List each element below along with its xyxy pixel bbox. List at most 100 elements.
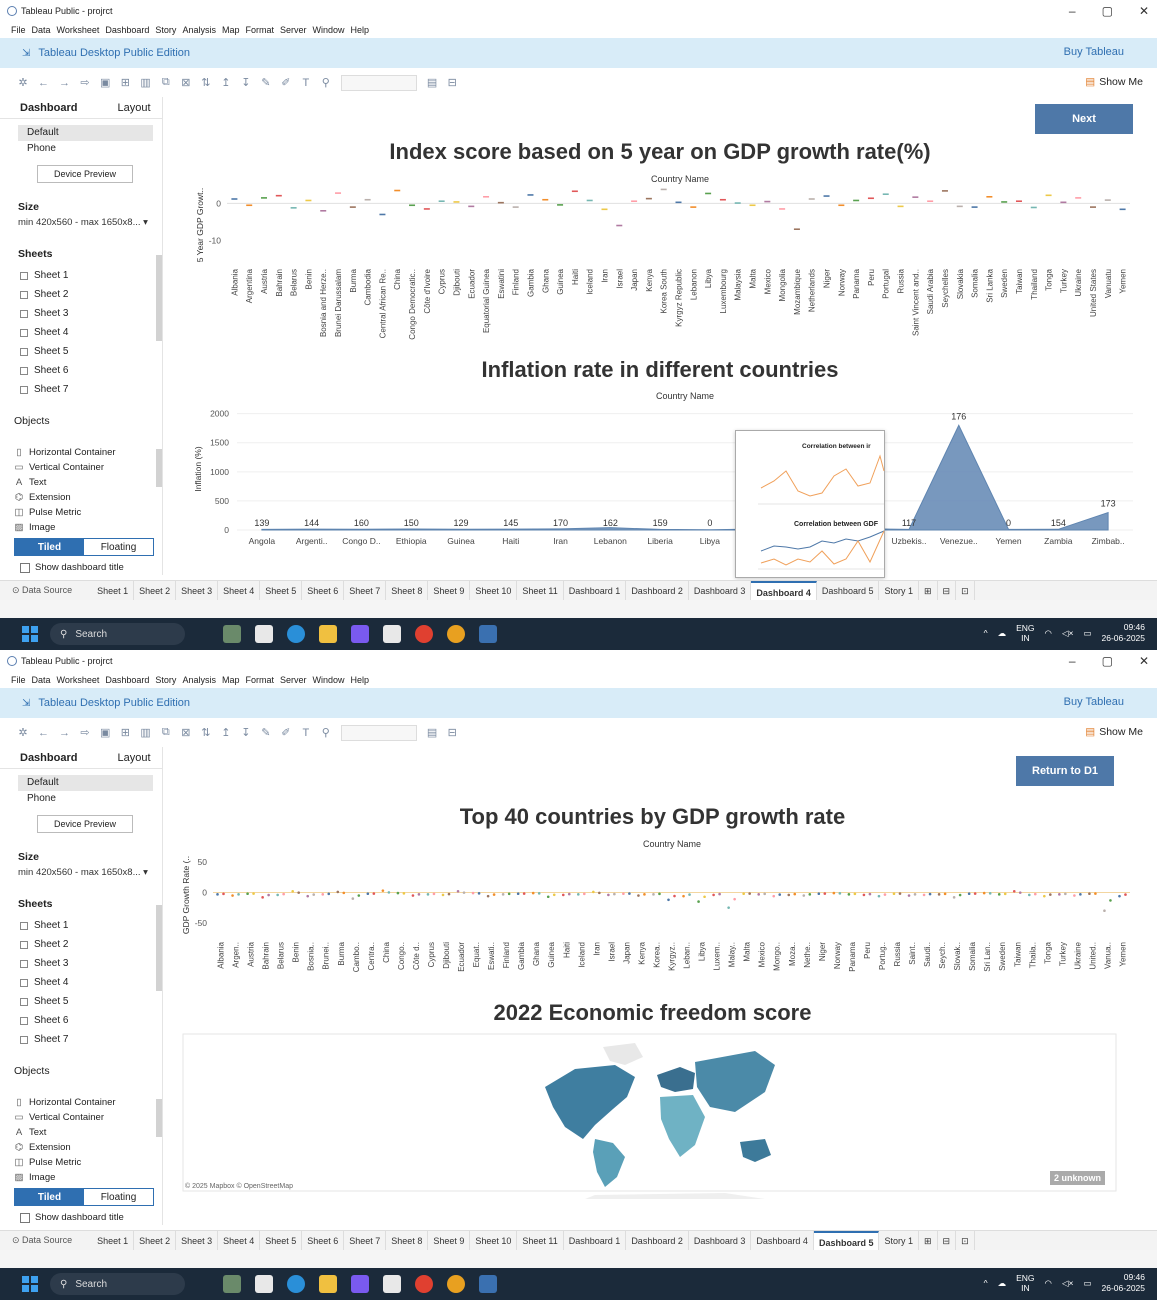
taskbar-search[interactable]: ⚲ Search: [50, 623, 185, 645]
menu-server[interactable]: Server: [280, 675, 307, 685]
tab-dashboard-5[interactable]: Dashboard 5: [813, 1230, 880, 1251]
show-me-button[interactable]: ▤ Show Me: [1085, 76, 1143, 88]
cloud-icon[interactable]: ☁: [998, 1278, 1007, 1289]
copilot-icon[interactable]: [351, 625, 369, 643]
object-horizontal-container[interactable]: ▯ Horizontal Container: [14, 445, 115, 460]
menu-help[interactable]: Help: [351, 25, 370, 35]
minimize-icon[interactable]: –: [1069, 650, 1076, 672]
object-vertical-container[interactable]: ▭ Vertical Container: [14, 460, 116, 475]
new-dashboard-icon[interactable]: ⊟: [938, 1230, 957, 1251]
battery-icon[interactable]: ▭: [1083, 628, 1091, 639]
forward-icon[interactable]: →: [59, 77, 70, 89]
show-title-row[interactable]: Show dashboard title: [20, 562, 124, 573]
tab-sheet-6[interactable]: Sheet 6: [302, 1230, 345, 1251]
menu-window[interactable]: Window: [313, 675, 345, 685]
tiled-button[interactable]: Tiled: [15, 539, 84, 555]
sheet-item[interactable]: Sheet 5: [0, 992, 162, 1011]
volume-icon[interactable]: ◁×: [1062, 1278, 1074, 1289]
new-story-icon[interactable]: ⊡: [956, 580, 975, 601]
sheet-item[interactable]: Sheet 6: [0, 1011, 162, 1030]
widgets-icon[interactable]: [223, 1275, 241, 1293]
duplicate-icon[interactable]: ⧉: [161, 76, 171, 89]
new-datasource-icon[interactable]: ⊞: [120, 726, 130, 739]
presentation-icon[interactable]: ⊟: [447, 76, 457, 89]
sheet-item[interactable]: Sheet 2: [0, 935, 162, 954]
menu-help[interactable]: Help: [351, 675, 370, 685]
task-view-icon[interactable]: [255, 625, 273, 643]
tab-dashboard-3[interactable]: Dashboard 3: [689, 1230, 752, 1251]
wifi-icon[interactable]: ◠: [1045, 628, 1052, 639]
menu-server[interactable]: Server: [280, 25, 307, 35]
object-extension[interactable]: ⌬ Extension: [14, 490, 116, 505]
device-preview-button[interactable]: Device Preview: [37, 165, 133, 183]
swap-icon[interactable]: ⇅: [201, 726, 211, 739]
sheet-item[interactable]: Sheet 6: [0, 361, 162, 380]
object-image[interactable]: ▨ Image: [14, 520, 116, 535]
menu-data[interactable]: Data: [32, 675, 51, 685]
tab-dashboard-1[interactable]: Dashboard 1: [564, 580, 627, 601]
tab-sheet-7[interactable]: Sheet 7: [344, 580, 387, 601]
floating-button[interactable]: Floating: [84, 1189, 153, 1205]
tab-layout[interactable]: Layout: [97, 747, 170, 769]
new-dashboard-icon[interactable]: ⊟: [938, 580, 957, 601]
new-worksheet-icon[interactable]: ▥: [140, 76, 150, 89]
show-title-row[interactable]: Show dashboard title: [20, 1212, 124, 1223]
tab-sheet-10[interactable]: Sheet 10: [470, 1230, 518, 1251]
wifi-icon[interactable]: ◠: [1045, 1278, 1052, 1289]
maximize-icon[interactable]: ▢: [1102, 0, 1113, 22]
menu-worksheet[interactable]: Worksheet: [57, 675, 100, 685]
tab-sheet-1[interactable]: Sheet 1: [92, 580, 135, 601]
tiled-button[interactable]: Tiled: [15, 1189, 84, 1205]
menu-dashboard[interactable]: Dashboard: [105, 675, 149, 685]
sheet-item[interactable]: Sheet 4: [0, 973, 162, 992]
tab-dashboard-3[interactable]: Dashboard 3: [689, 580, 752, 601]
object-pulse-metric[interactable]: ◫ Pulse Metric: [14, 1155, 116, 1170]
menu-window[interactable]: Window: [313, 25, 345, 35]
volume-icon[interactable]: ◁×: [1062, 628, 1074, 639]
label-icon[interactable]: T: [301, 77, 311, 89]
menu-map[interactable]: Map: [222, 675, 240, 685]
tab-dashboard-1[interactable]: Dashboard 1: [564, 1230, 627, 1251]
menu-file[interactable]: File: [11, 675, 26, 685]
tableau-taskbar-icon[interactable]: [479, 1275, 497, 1293]
tab-sheet-2[interactable]: Sheet 2: [134, 1230, 177, 1251]
tab-sheet-6[interactable]: Sheet 6: [302, 580, 345, 601]
new-sheet-icon[interactable]: ⊞: [919, 1230, 938, 1251]
show-title-checkbox[interactable]: [20, 1212, 30, 1223]
tab-dashboard-5[interactable]: Dashboard 5: [817, 580, 880, 601]
menu-format[interactable]: Format: [245, 25, 274, 35]
label-icon[interactable]: T: [301, 727, 311, 739]
tab-sheet-4[interactable]: Sheet 4: [218, 1230, 261, 1251]
tab-sheet-11[interactable]: Sheet 11: [517, 1230, 564, 1251]
menu-data[interactable]: Data: [32, 25, 51, 35]
fit-dropdown[interactable]: [340, 724, 417, 741]
tab-layout[interactable]: Layout: [97, 97, 170, 119]
chrome-icon[interactable]: [447, 625, 465, 643]
battery-icon[interactable]: ▭: [1083, 1278, 1091, 1289]
sheets-scrollbar[interactable]: [156, 255, 162, 341]
sort-desc-icon[interactable]: ↧: [241, 76, 251, 89]
sheet-item[interactable]: Sheet 3: [0, 954, 162, 973]
tab-dashboard[interactable]: Dashboard: [0, 747, 97, 769]
clear-icon[interactable]: ⊠: [181, 726, 191, 739]
group-icon[interactable]: ✐: [281, 76, 291, 89]
tab-dashboard[interactable]: Dashboard: [0, 97, 97, 119]
task-view-icon[interactable]: [255, 1275, 273, 1293]
presentation-icon[interactable]: ⊟: [447, 726, 457, 739]
store-icon[interactable]: [383, 1275, 401, 1293]
show-title-checkbox[interactable]: [20, 562, 30, 573]
tab-dashboard-2[interactable]: Dashboard 2: [626, 580, 689, 601]
pin-axis-icon[interactable]: ⚲: [321, 76, 331, 89]
object-horizontal-container[interactable]: ▯ Horizontal Container: [14, 1095, 115, 1110]
sheet-item[interactable]: Sheet 3: [0, 304, 162, 323]
menu-file[interactable]: File: [11, 25, 26, 35]
device-phone[interactable]: Phone: [18, 141, 153, 157]
tab-sheet-10[interactable]: Sheet 10: [470, 580, 518, 601]
maximize-icon[interactable]: ▢: [1102, 650, 1113, 672]
show-me-button[interactable]: ▤ Show Me: [1085, 726, 1143, 738]
data-source-tab[interactable]: ⊙ Data Source: [0, 1235, 92, 1246]
cloud-icon[interactable]: ☁: [998, 628, 1007, 639]
object-text[interactable]: A Text: [14, 1125, 116, 1140]
tableau-taskbar-icon[interactable]: [479, 625, 497, 643]
cards-icon[interactable]: ▤: [427, 726, 437, 739]
